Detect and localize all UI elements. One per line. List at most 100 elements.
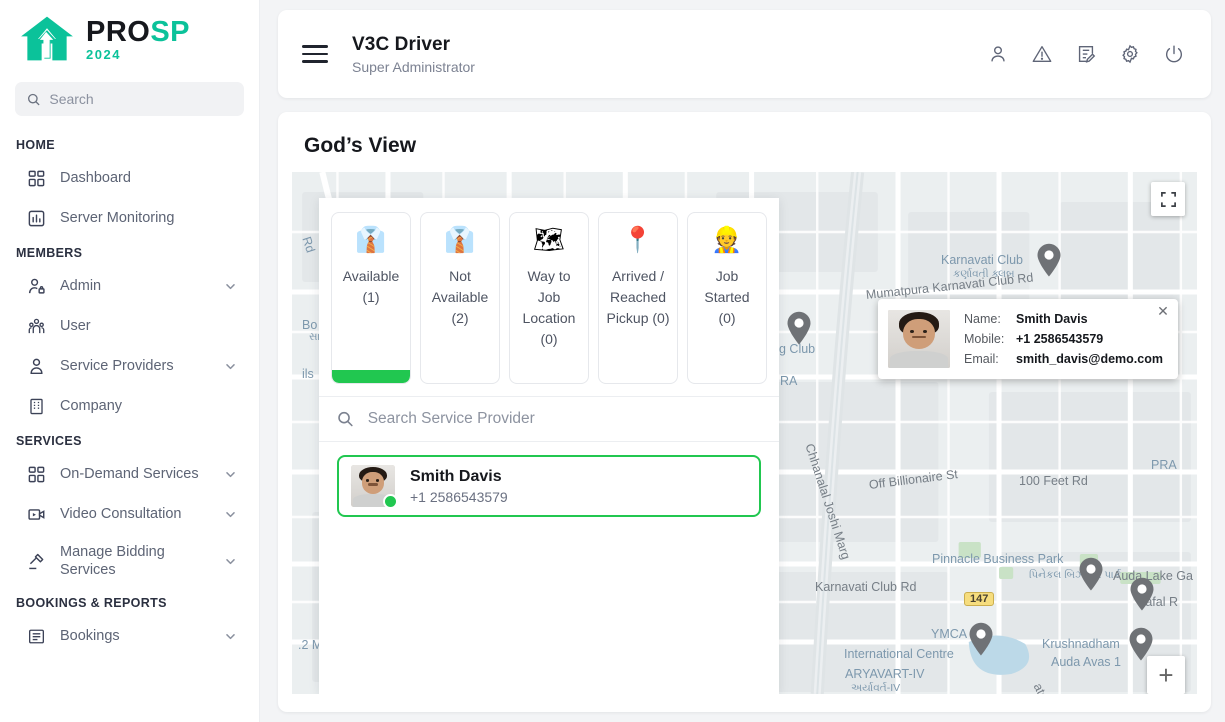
driver-info-rows: Name: Smith Davis Mobile: +1 2586543579 …: [964, 312, 1163, 366]
profile-icon[interactable]: [987, 43, 1009, 65]
driver-name-value: Smith Davis: [1016, 312, 1088, 326]
gavel-icon: [26, 551, 46, 571]
sidebar-item-label: Dashboard: [60, 169, 243, 187]
main-content: V3C Driver Super Administrator: [260, 0, 1225, 722]
service-provider-list: Smith Davis +1 2586543579: [319, 442, 779, 517]
sidebar-item-manage-bidding-services[interactable]: Manage Bidding Services: [0, 534, 259, 588]
sidebar-search-input[interactable]: [49, 91, 232, 107]
user-lock-icon: [26, 276, 46, 296]
sidebar-search[interactable]: [15, 82, 244, 116]
status-card-arrived-reached-pickup[interactable]: 📍 Arrived / Reached Pickup (0): [598, 212, 678, 384]
sidebar-item-video-consultation[interactable]: Video Consultation: [0, 494, 259, 534]
alert-triangle-icon[interactable]: [1031, 43, 1053, 65]
sidebar-section-services: SERVICES: [0, 426, 259, 454]
status-card-label: Available (1): [336, 266, 406, 308]
user-badge-icon: [26, 356, 46, 376]
status-cards: 👔 Available (1) 👔Not Available (2)🗺Way to …: [319, 198, 779, 396]
chart-bar-icon: [26, 208, 46, 228]
avatar: [351, 465, 395, 507]
chevron-down-icon[interactable]: [224, 360, 237, 373]
worker-tools-icon: 👷: [711, 225, 742, 257]
sidebar: PROSP 2024 HOME Dashboard Server Monitorin…: [0, 0, 260, 722]
sidebar-item-server-monitoring[interactable]: Server Monitoring: [0, 198, 259, 238]
sidebar-item-label: Company: [60, 397, 243, 415]
map-pin-icon[interactable]: [968, 622, 994, 656]
status-card-not-available[interactable]: 👔Not Available (2): [420, 212, 500, 384]
hamburger-icon[interactable]: [302, 45, 328, 63]
sidebar-item-label: Bookings: [60, 627, 210, 645]
status-card-active-bar: [332, 370, 410, 383]
service-provider-item[interactable]: Smith Davis +1 2586543579: [337, 455, 761, 517]
sidebar-item-label: On-Demand Services: [60, 465, 210, 483]
status-card-label: Arrived / Reached Pickup (0): [603, 266, 673, 329]
driver-photo: [888, 310, 950, 368]
sidebar-item-user[interactable]: User: [0, 306, 259, 346]
sidebar-item-company[interactable]: Company: [0, 386, 259, 426]
sidebar-section-bookings-reports: BOOKINGS & REPORTS: [0, 588, 259, 616]
brand-name-pro: PRO: [86, 16, 150, 48]
location-flag-icon: 📍: [622, 225, 653, 257]
driver-mobile-key: Mobile:: [964, 332, 1016, 346]
sidebar-item-dashboard[interactable]: Dashboard: [0, 158, 259, 198]
service-provider-search[interactable]: [319, 396, 779, 442]
brand-name-sp: SP: [150, 16, 190, 48]
service-provider-name: Smith Davis: [410, 468, 508, 486]
building-icon: [26, 396, 46, 416]
driver-email-key: Email:: [964, 352, 1016, 366]
gear-icon[interactable]: [1119, 43, 1141, 65]
search-icon: [337, 410, 354, 428]
sidebar-item-on-demand-services[interactable]: On-Demand Services: [0, 454, 259, 494]
page-subtitle: Super Administrator: [352, 59, 475, 75]
sidebar-item-label: Server Monitoring: [60, 209, 243, 227]
brand-logo[interactable]: PROSP 2024: [0, 0, 259, 76]
chevron-down-icon[interactable]: [224, 555, 237, 568]
edit-document-icon[interactable]: [1075, 43, 1097, 65]
fullscreen-icon[interactable]: [1151, 182, 1185, 216]
gods-view-panel: 👔 Available (1) 👔Not Available (2)🗺Way to …: [319, 198, 779, 694]
topbar-titles: V3C Driver Super Administrator: [352, 34, 475, 75]
service-provider-phone: +1 2586543579: [410, 489, 508, 505]
online-status-dot: [383, 494, 398, 509]
grid-icon: [26, 464, 46, 484]
map-pin-icon[interactable]: [786, 311, 812, 345]
zoom-in-button[interactable]: +: [1147, 656, 1185, 694]
status-card-way-to-job-location[interactable]: 🗺Way to Job Location (0): [509, 212, 589, 384]
driver-info-popup[interactable]: ✕ Name: Smith Davis Mobile: +1 258654357…: [878, 299, 1178, 379]
gods-view-card: God’s View: [278, 112, 1211, 712]
power-icon[interactable]: [1163, 43, 1185, 65]
status-card-label: Job Started (0): [692, 266, 762, 329]
video-icon: [26, 504, 46, 524]
map-pin-icon[interactable]: [1129, 577, 1155, 611]
chevron-down-icon[interactable]: [224, 630, 237, 643]
app-root: PROSP 2024 HOME Dashboard Server Monitorin…: [0, 0, 1225, 722]
status-card-available[interactable]: 👔 Available (1): [331, 212, 411, 384]
search-icon: [27, 92, 40, 107]
service-provider-search-input[interactable]: [368, 410, 761, 428]
chevron-down-icon[interactable]: [224, 280, 237, 293]
map-pin-icon[interactable]: [1078, 557, 1104, 591]
businessman-icon: 👔: [355, 225, 386, 257]
gods-view-title: God’s View: [278, 112, 1211, 172]
sidebar-item-service-providers[interactable]: Service Providers: [0, 346, 259, 386]
close-icon[interactable]: ✕: [1156, 304, 1170, 318]
topbar: V3C Driver Super Administrator: [278, 10, 1211, 98]
sidebar-item-label: Service Providers: [60, 357, 210, 375]
sidebar-item-label: Manage Bidding Services: [60, 543, 210, 579]
chevron-down-icon[interactable]: [224, 468, 237, 481]
sidebar-item-admin[interactable]: Admin: [0, 266, 259, 306]
map-pin-icon[interactable]: [1036, 243, 1062, 277]
driver-email-value: smith_davis@demo.com: [1016, 352, 1163, 366]
map-area[interactable]: Karnavati Clubકર્ણાવતી ક્લબMumatpura Kar…: [292, 172, 1197, 694]
businessman-gear-icon: 👔: [444, 225, 475, 257]
sidebar-item-bookings[interactable]: Bookings: [0, 616, 259, 656]
list-icon: [26, 626, 46, 646]
sidebar-item-label: Video Consultation: [60, 505, 210, 523]
sidebar-item-label: User: [60, 317, 243, 335]
status-card-job-started[interactable]: 👷 Job Started (0): [687, 212, 767, 384]
users-group-icon: [26, 316, 46, 336]
sidebar-section-home: HOME: [0, 130, 259, 158]
page-title: V3C Driver: [352, 34, 475, 56]
sidebar-section-members: MEMBERS: [0, 238, 259, 266]
route-icon: 🗺: [533, 225, 565, 257]
chevron-down-icon[interactable]: [224, 508, 237, 521]
